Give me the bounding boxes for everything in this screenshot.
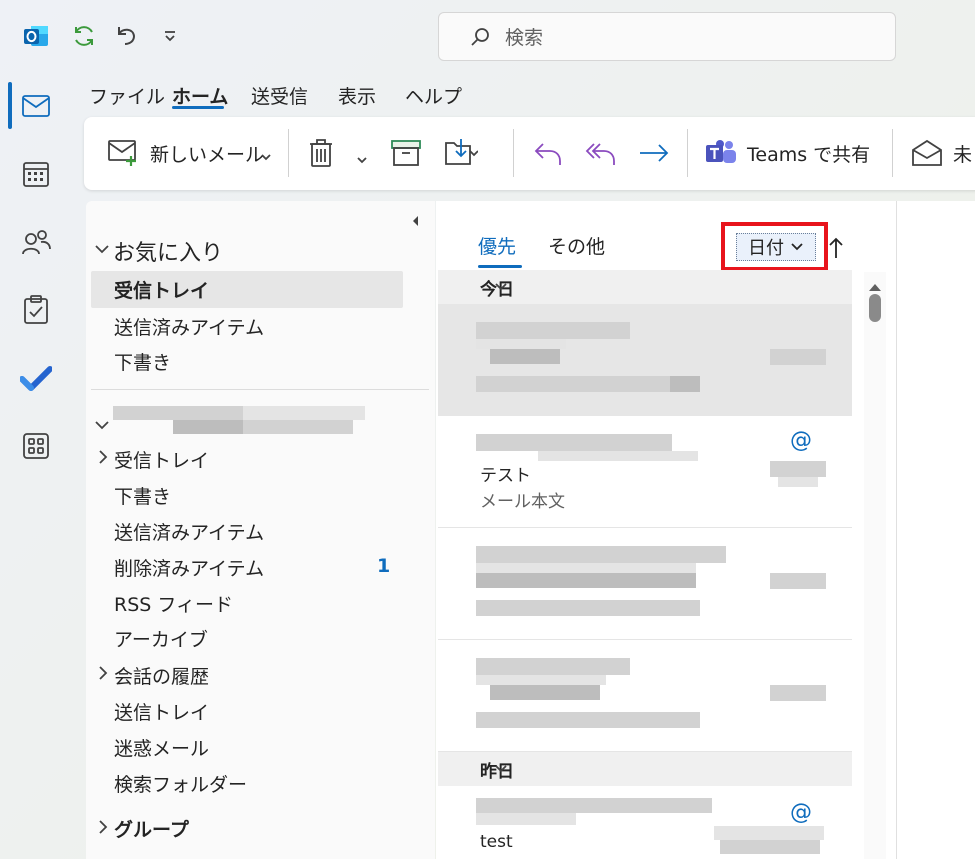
people-icon[interactable] xyxy=(18,224,54,260)
scrollbar-thumb[interactable] xyxy=(869,294,881,322)
ribbon-separator xyxy=(288,129,289,177)
new-mail-button[interactable]: 新しいメール xyxy=(108,139,264,167)
group-header-today[interactable]: 今日 xyxy=(438,270,852,304)
list-item[interactable]: test @ xyxy=(438,786,852,859)
new-mail-label: 新しいメール xyxy=(150,143,265,166)
group-header-yesterday[interactable]: 昨日 xyxy=(438,752,852,786)
move-to-folder-icon[interactable] xyxy=(444,137,479,172)
favorites-chevron-down-icon[interactable] xyxy=(94,240,110,259)
message-preview: メール本文 xyxy=(480,492,565,512)
mail-icon[interactable] xyxy=(18,88,54,124)
tab-file[interactable]: ファイル xyxy=(89,82,165,109)
mark-unread-button[interactable]: 未 xyxy=(911,139,972,167)
group-today-chevron-down-icon xyxy=(494,277,508,297)
folder-sent[interactable]: 送信済みアイテム xyxy=(114,518,264,545)
reading-pane xyxy=(896,201,975,859)
tab-view[interactable]: 表示 xyxy=(338,82,376,109)
delete-trash-icon[interactable] xyxy=(307,138,335,173)
folder-fav-drafts[interactable]: 下書き xyxy=(114,348,171,375)
groups-header[interactable]: グループ xyxy=(114,815,189,842)
folder-inbox[interactable]: 受信トレイ xyxy=(114,446,209,473)
quick-access-dropdown-icon[interactable] xyxy=(154,20,186,52)
tab-home[interactable]: ホーム xyxy=(172,82,228,109)
account-name-redacted[interactable] xyxy=(113,406,365,434)
message-list-scrollbar[interactable] xyxy=(864,272,886,859)
open-envelope-icon xyxy=(911,139,943,167)
mark-unread-label: 未 xyxy=(953,143,973,166)
folder-divider xyxy=(91,389,429,390)
ribbon-separator xyxy=(513,129,514,177)
list-item[interactable] xyxy=(438,640,852,752)
teams-share-label: Teams で共有 xyxy=(747,143,871,166)
ribbon-separator xyxy=(687,129,688,177)
folder-drafts[interactable]: 下書き xyxy=(114,482,171,509)
message-subject: テスト xyxy=(480,466,531,486)
groups-expand-chevron-icon[interactable] xyxy=(98,819,108,839)
folder-outbox[interactable]: 送信トレイ xyxy=(114,698,209,725)
sync-icon[interactable] xyxy=(68,20,100,52)
tab-other[interactable]: その他 xyxy=(548,232,605,259)
list-item[interactable] xyxy=(438,528,852,640)
tab-help[interactable]: ヘルプ xyxy=(405,82,462,109)
apps-grid-icon[interactable] xyxy=(18,428,54,464)
account-chevron-down-icon[interactable] xyxy=(94,416,110,435)
sort-by-date-button[interactable]: 日付 xyxy=(736,233,816,261)
reply-icon[interactable] xyxy=(533,139,563,172)
reply-all-icon[interactable] xyxy=(585,139,617,172)
teams-share-button[interactable]: Teams で共有 xyxy=(705,139,870,167)
forward-icon[interactable] xyxy=(638,141,670,170)
tasks-clipboard-icon[interactable] xyxy=(18,292,54,328)
folder-conversation-history[interactable]: 会話の履歴 xyxy=(114,662,209,689)
mention-at-icon: @ xyxy=(790,428,812,453)
folder-junk[interactable]: 迷惑メール xyxy=(114,734,209,761)
folder-deleted[interactable]: 削除済みアイテム xyxy=(114,554,264,581)
rail-active-indicator xyxy=(8,82,12,129)
active-tab-underline xyxy=(172,106,224,109)
collapse-pane-chevron-icon[interactable] xyxy=(409,212,421,233)
folder-fav-sent[interactable]: 送信済みアイテム xyxy=(114,313,264,340)
tab-send-receive[interactable]: 送受信 xyxy=(251,82,308,109)
new-mail-icon xyxy=(108,139,140,167)
ribbon-separator xyxy=(892,129,893,177)
deleted-unread-count: 1 xyxy=(377,555,391,577)
mention-at-icon: @ xyxy=(790,800,812,825)
todo-check-icon[interactable] xyxy=(18,360,54,396)
list-item[interactable]: テスト メール本文 @ xyxy=(438,416,852,528)
folder-fav-inbox[interactable]: 受信トレイ xyxy=(114,276,209,303)
conversation-history-expand-chevron-icon[interactable] xyxy=(98,665,108,685)
undo-icon[interactable] xyxy=(110,20,142,52)
sort-chevron-down-icon xyxy=(790,242,804,252)
folder-rss[interactable]: RSS フィード xyxy=(114,590,233,617)
sort-direction-arrow-up-icon[interactable] xyxy=(828,236,844,265)
search-placeholder: 検索 xyxy=(505,27,544,49)
tab-focused[interactable]: 優先 xyxy=(478,232,516,259)
archive-icon[interactable] xyxy=(391,140,421,171)
favorites-header[interactable]: お気に入り xyxy=(113,235,223,267)
search-icon xyxy=(469,26,491,48)
message-subject: test xyxy=(480,832,513,852)
focused-tab-underline xyxy=(478,265,522,268)
calendar-icon[interactable] xyxy=(18,156,54,192)
folder-archive[interactable]: アーカイブ xyxy=(114,625,208,652)
outlook-logo-icon xyxy=(20,20,52,52)
group-yesterday-chevron-down-icon xyxy=(494,759,508,779)
inbox-expand-chevron-icon[interactable] xyxy=(98,449,108,469)
search-input[interactable]: 検索 xyxy=(438,12,896,61)
delete-dropdown-chevron-icon[interactable] xyxy=(356,149,368,170)
list-item[interactable] xyxy=(438,304,852,416)
new-mail-dropdown-chevron-icon[interactable] xyxy=(260,146,272,167)
folder-search-folders[interactable]: 検索フォルダー xyxy=(114,770,247,797)
teams-icon xyxy=(705,139,737,167)
sort-label: 日付 xyxy=(748,238,784,259)
